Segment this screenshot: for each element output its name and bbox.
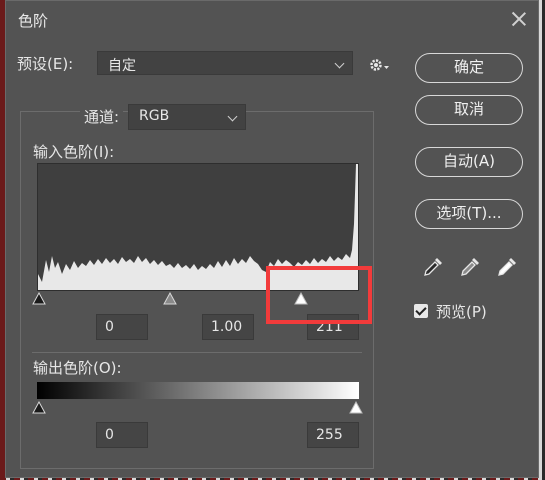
channel-value: RGB: [139, 108, 170, 124]
title-bar: 色阶: [6, 1, 538, 39]
channel-label: 通道:: [80, 106, 124, 127]
preset-label: 预设(E):: [17, 55, 74, 73]
input-black-value: 0: [105, 319, 114, 335]
preview-checkbox[interactable]: [414, 304, 428, 318]
white-eyedropper-icon[interactable]: [496, 256, 518, 278]
gray-eyedropper-icon[interactable]: [459, 256, 481, 278]
output-white-field[interactable]: 255: [307, 422, 359, 448]
divider: [32, 352, 362, 353]
output-gradient: [37, 382, 359, 399]
input-gamma-value: 1.00: [211, 319, 243, 335]
chevron-down-icon: [334, 58, 345, 69]
input-gamma-field[interactable]: 1.00: [202, 314, 254, 340]
auto-button[interactable]: 自动(A): [415, 147, 523, 177]
black-eyedropper-icon[interactable]: [422, 256, 444, 278]
dialog-title: 色阶: [18, 12, 49, 30]
channel-select[interactable]: RGB: [128, 104, 246, 130]
cancel-button[interactable]: 取消: [415, 95, 523, 125]
ok-button[interactable]: 确定: [415, 53, 523, 83]
preset-value: 自定: [108, 58, 136, 74]
output-white-slider[interactable]: [349, 401, 363, 414]
input-black-field[interactable]: 0: [96, 314, 148, 340]
input-gamma-slider[interactable]: [163, 292, 177, 305]
output-black-slider[interactable]: [32, 401, 46, 414]
input-black-slider[interactable]: [32, 292, 46, 305]
output-black-field[interactable]: 0: [96, 422, 148, 448]
preset-select[interactable]: 自定: [97, 51, 353, 75]
output-levels-label: 输出色阶(O):: [33, 359, 122, 377]
chevron-down-icon: [227, 111, 238, 122]
gear-icon[interactable]: [368, 57, 390, 73]
options-button[interactable]: 选项(T)...: [415, 199, 523, 229]
close-icon[interactable]: [509, 9, 529, 29]
output-black-value: 0: [105, 427, 114, 443]
output-white-value: 255: [316, 427, 343, 443]
preview-label: 预览(P): [436, 303, 487, 321]
input-levels-label: 输入色阶(I):: [33, 143, 115, 161]
highlight-box: [266, 266, 372, 324]
